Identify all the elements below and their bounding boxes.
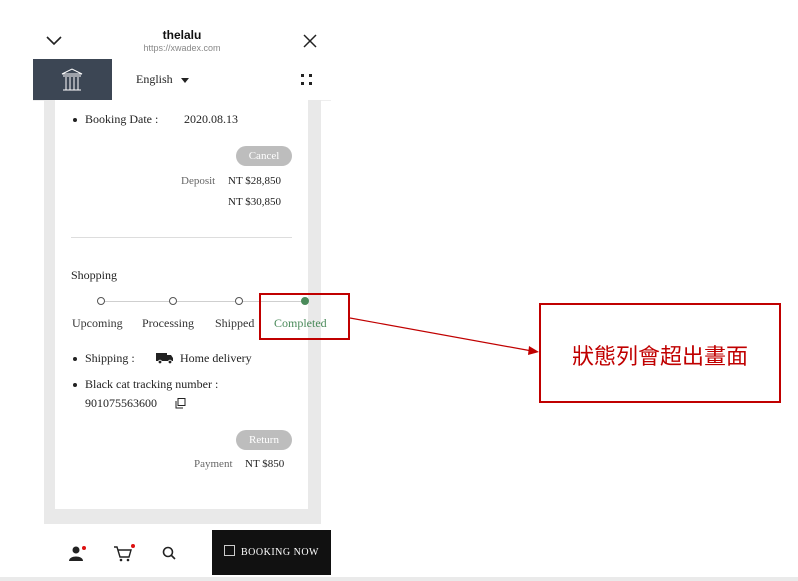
bottom-edge: [0, 577, 798, 581]
arrow-annotation: [349, 317, 539, 355]
annotation-text: 狀態列會超出畫面: [571, 345, 748, 370]
annotation-callout: 狀態列會超出畫面: [539, 303, 781, 403]
